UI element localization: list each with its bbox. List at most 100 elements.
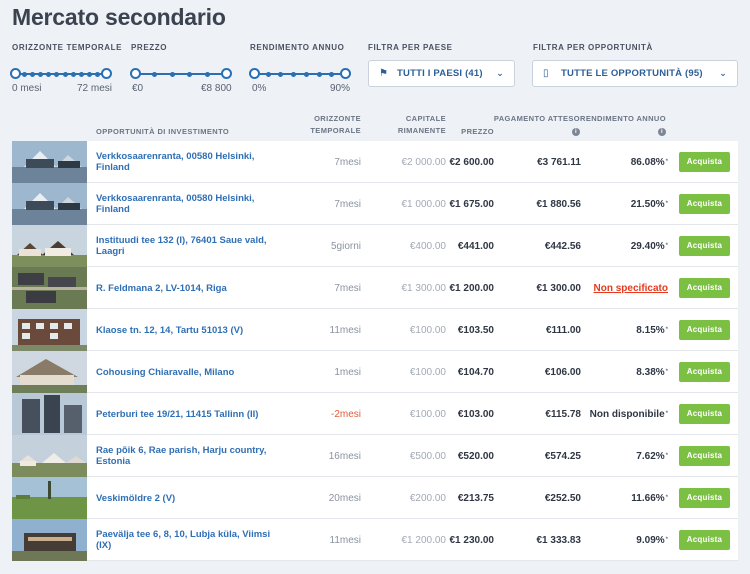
table-row[interactable]: Cohousing Chiaravalle, Milano 1mesi €100.0…	[12, 351, 738, 393]
header-opportunity[interactable]: OPPORTUNITÀ DI INVESTIMENTO	[96, 126, 229, 138]
buy-button[interactable]: Acquista	[679, 278, 730, 298]
info-icon[interactable]: i	[572, 128, 580, 136]
table-row[interactable]: Verkkosaarenranta, 00580 Helsinki, Finla…	[12, 141, 738, 183]
annual-yield-cell: 8.38% *	[636, 351, 668, 393]
opportunity-name: Rae põik 6, Rae parish, Harju country, E…	[96, 445, 267, 467]
price-value: €1 675.00	[449, 198, 495, 210]
header-term[interactable]: ORIZZONTE TEMPORALE	[310, 113, 361, 137]
property-thumbnail[interactable]	[12, 435, 87, 477]
price-range-slider[interactable]	[130, 68, 232, 80]
property-thumbnail[interactable]	[12, 519, 87, 561]
slider-tick	[22, 71, 28, 77]
opportunity-filter-label: FILTRA PER OPPORTUNITÀ	[533, 43, 653, 52]
buy-button[interactable]: Acquista	[679, 152, 730, 172]
opportunity-link[interactable]: Rae põik 6, Rae parish, Harju country, E…	[96, 435, 276, 477]
annual-yield-cell: 8.15% *	[636, 309, 668, 351]
remaining-capital-value: €1 000.00	[401, 198, 447, 210]
header-price[interactable]: PREZZO	[461, 126, 494, 138]
table-row[interactable]: Peterburi tee 19/21, 11415 Tallinn (II) -…	[12, 393, 738, 435]
buy-button[interactable]: Acquista	[679, 194, 730, 214]
table-row[interactable]: R. Feldmana 2, LV-1014, Riga 7mesi €1 300.…	[12, 267, 738, 309]
term-min-value: 0 mesi	[12, 83, 42, 94]
table-row[interactable]: Instituudi tee 132 (I), 76401 Saue vald,…	[12, 225, 738, 267]
price-value: €520.00	[457, 450, 494, 462]
opportunity-name: R. Feldmana 2, LV-1014, Riga	[96, 282, 227, 294]
opportunity-link[interactable]: Klaose tn. 12, 14, Tartu 51013 (V)	[96, 309, 276, 351]
opportunity-link[interactable]: Cohousing Chiaravalle, Milano	[96, 351, 276, 393]
buy-button[interactable]: Acquista	[679, 446, 730, 466]
slider-min-handle[interactable]	[130, 68, 141, 79]
expected-payment-value: €106.00	[544, 366, 581, 378]
slider-max-handle[interactable]	[340, 68, 351, 79]
property-thumbnail[interactable]	[12, 309, 87, 351]
property-thumbnail[interactable]	[12, 141, 87, 183]
table-row[interactable]: Rae põik 6, Rae parish, Harju country, E…	[12, 435, 738, 477]
footnote-marker: *	[665, 411, 668, 417]
term-max-value: 72 mesi	[77, 83, 113, 94]
annual-yield-value: 29.40%	[630, 240, 665, 252]
header-payment[interactable]: PAGAMENTO ATTESO i	[494, 113, 580, 137]
slider-tick	[169, 71, 175, 77]
property-thumbnail[interactable]	[12, 393, 87, 435]
property-thumbnail[interactable]	[12, 267, 87, 309]
footnote-marker: *	[665, 369, 668, 375]
annual-yield-cell: 9.09% *	[636, 519, 668, 561]
slider-tick	[303, 71, 309, 77]
buy-button[interactable]: Acquista	[679, 530, 730, 550]
opportunity-link[interactable]: Peterburi tee 19/21, 11415 Tallinn (II)	[96, 393, 276, 435]
table-row[interactable]: Klaose tn. 12, 14, Tartu 51013 (V) 11mesi…	[12, 309, 738, 351]
slider-min-handle[interactable]	[10, 68, 21, 79]
annual-yield-value: 86.08%	[630, 156, 665, 168]
opportunity-name: Instituudi tee 132 (I), 76401 Saue vald,…	[96, 235, 267, 257]
slider-max-handle[interactable]	[221, 68, 232, 79]
annual-yield-cell: 21.50% *	[631, 183, 668, 225]
table-row[interactable]: Veskimöldre 2 (V) 20mesi €200.00 €213.75 €25…	[12, 477, 738, 519]
opportunity-link[interactable]: Instituudi tee 132 (I), 76401 Saue vald,…	[96, 225, 276, 267]
yield-min-value: 0%	[252, 83, 267, 94]
slider-max-handle[interactable]	[101, 68, 112, 79]
term-range-slider[interactable]	[10, 68, 112, 80]
property-thumbnail[interactable]	[12, 477, 87, 519]
country-filter-value: TUTTI I PAESI (41)	[397, 68, 483, 79]
buy-button[interactable]: Acquista	[679, 362, 730, 382]
info-icon[interactable]: i	[658, 128, 666, 136]
opportunity-link[interactable]: R. Feldmana 2, LV-1014, Riga	[96, 267, 276, 309]
buy-button[interactable]: Acquista	[679, 488, 730, 508]
annual-yield-cell[interactable]: Non specificato	[594, 267, 668, 309]
annual-yield-value: 8.38%	[636, 366, 665, 378]
term-value: -2mesi	[330, 408, 361, 420]
table-row[interactable]: Verkkosaarenranta, 00580 Helsinki, Finla…	[12, 183, 738, 225]
price-value: €1 200.00	[449, 282, 495, 294]
expected-payment-value: €1 880.56	[536, 198, 582, 210]
remaining-capital-value: €200.00	[409, 492, 446, 504]
annual-yield-cell: 86.08% *	[631, 141, 668, 183]
buy-button[interactable]: Acquista	[679, 404, 730, 424]
buy-button[interactable]: Acquista	[679, 320, 730, 340]
opportunity-link[interactable]: Paevälja tee 6, 8, 10, Lubja küla, Viims…	[96, 519, 276, 561]
footnote-marker: *	[665, 327, 668, 333]
opportunity-link[interactable]: Verkkosaarenranta, 00580 Helsinki, Finla…	[96, 183, 276, 225]
opportunity-link[interactable]: Veskimöldre 2 (V)	[96, 477, 276, 519]
property-thumbnail[interactable]	[12, 351, 87, 393]
flag-icon: ⚑	[379, 68, 389, 79]
yield-range-slider[interactable]	[249, 68, 351, 80]
buy-button[interactable]: Acquista	[679, 236, 730, 256]
header-capital[interactable]: CAPITALE RIMANENTE	[398, 113, 446, 137]
opportunity-filter-value: TUTTE LE OPPORTUNITÀ (95)	[561, 68, 703, 79]
opportunity-name: Verkkosaarenranta, 00580 Helsinki, Finla…	[96, 193, 255, 215]
country-filter-dropdown[interactable]: ⚑ TUTTI I PAESI (41) ⌄	[368, 60, 515, 87]
property-thumbnail[interactable]	[12, 225, 87, 267]
opportunity-name: Peterburi tee 19/21, 11415 Tallinn (II)	[96, 408, 259, 420]
expected-payment-value: €442.56	[544, 240, 581, 252]
yield-filter-label: RENDIMENTO ANNUO	[250, 43, 345, 52]
opportunity-name: Paevälja tee 6, 8, 10, Lubja küla, Viims…	[96, 529, 271, 551]
opportunity-filter-dropdown[interactable]: ▯ TUTTE LE OPPORTUNITÀ (95) ⌄	[532, 60, 738, 87]
opportunity-link[interactable]: Verkkosaarenranta, 00580 Helsinki, Finla…	[96, 141, 276, 183]
header-payment-label: PAGAMENTO ATTESO	[493, 114, 580, 123]
annual-yield-cell: Non disponibile *	[590, 393, 668, 435]
slider-min-handle[interactable]	[249, 68, 260, 79]
table-row[interactable]: Paevälja tee 6, 8, 10, Lubja küla, Viims…	[12, 519, 738, 561]
annual-yield-value: 8.15%	[636, 324, 665, 336]
property-thumbnail[interactable]	[12, 183, 87, 225]
header-yield[interactable]: RENDIMENTO ANNUO i	[580, 113, 666, 137]
